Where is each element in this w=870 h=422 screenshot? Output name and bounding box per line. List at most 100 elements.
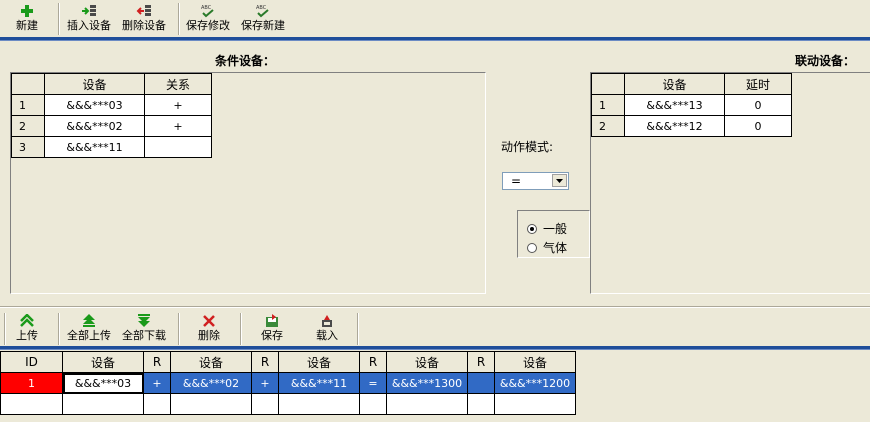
- corner-cell: [591, 73, 625, 95]
- empty-cell[interactable]: [62, 393, 144, 415]
- empty-cell[interactable]: [251, 393, 279, 415]
- insert-device-label: 插入设备: [67, 19, 111, 32]
- device-cell[interactable]: &&&***11: [44, 136, 145, 158]
- column-header-r[interactable]: R: [359, 351, 387, 373]
- relation-cell[interactable]: +: [144, 115, 212, 137]
- spellcheck-icon: ABC: [255, 4, 271, 18]
- column-header-id[interactable]: ID: [0, 351, 63, 373]
- corner-cell: [11, 73, 45, 95]
- empty-cell[interactable]: [494, 393, 576, 415]
- delete-label: 删除: [198, 329, 220, 342]
- column-header-device[interactable]: 设备: [494, 351, 576, 373]
- relation-cell[interactable]: [144, 136, 212, 158]
- table-row[interactable]: 1 &&&***13 0: [591, 94, 792, 116]
- relation-cell[interactable]: +: [144, 94, 212, 116]
- download-all-label: 全部下载: [122, 329, 166, 342]
- insert-row-icon: [81, 4, 97, 18]
- relation-cell[interactable]: =: [359, 372, 387, 394]
- empty-cell[interactable]: [386, 393, 468, 415]
- save-new-button[interactable]: ABC 保存新建: [241, 4, 285, 36]
- relation-cell[interactable]: +: [143, 372, 171, 394]
- action-mode-label: 动作模式:: [501, 140, 554, 154]
- column-header-device[interactable]: 设备: [386, 351, 468, 373]
- id-cell[interactable]: 1: [0, 372, 63, 394]
- empty-cell[interactable]: [278, 393, 360, 415]
- save-button[interactable]: 保存: [261, 314, 283, 346]
- device-cell[interactable]: &&&***03: [44, 94, 145, 116]
- column-header-r[interactable]: R: [251, 351, 279, 373]
- row-number[interactable]: 1: [11, 94, 45, 116]
- column-header-relation[interactable]: 关系: [144, 73, 212, 95]
- device-cell[interactable]: &&&***02: [44, 115, 145, 137]
- delete-device-label: 删除设备: [122, 19, 166, 32]
- delay-cell[interactable]: 0: [724, 94, 792, 116]
- new-label: 新建: [16, 19, 38, 32]
- load-button[interactable]: 载入: [316, 314, 338, 346]
- table-row[interactable]: 3 &&&***11: [11, 136, 212, 158]
- chevron-down-icon[interactable]: [552, 174, 567, 187]
- column-header-r[interactable]: R: [143, 351, 171, 373]
- row-number[interactable]: 1: [591, 94, 625, 116]
- empty-cell[interactable]: [467, 393, 495, 415]
- delay-cell[interactable]: 0: [724, 115, 792, 137]
- toolbar-separator: [357, 313, 359, 345]
- radio-general[interactable]: 一般: [527, 220, 567, 237]
- device-cell[interactable]: &&&***13: [624, 94, 725, 116]
- delete-button[interactable]: 删除: [198, 314, 220, 346]
- toolbar-separator: [58, 3, 60, 35]
- column-header-device[interactable]: 设备: [624, 73, 725, 95]
- device-cell[interactable]: &&&***12: [624, 115, 725, 137]
- save-edit-label: 保存修改: [186, 19, 230, 32]
- toolbar-separator: [178, 313, 180, 345]
- upload-all-icon: [81, 314, 97, 328]
- linked-devices-title: 联动设备：: [795, 54, 856, 68]
- table-row[interactable]: [0, 393, 576, 415]
- top-toolbar: 新建 插入设备 删除设备 ABC 保存修改 ABC 保存新建: [0, 0, 870, 37]
- toolbar-separator: [4, 313, 6, 345]
- table-row[interactable]: 2 &&&***02 +: [11, 115, 212, 137]
- save-icon: [264, 314, 280, 328]
- download-all-button[interactable]: 全部下载: [122, 314, 166, 346]
- device-cell[interactable]: &&&***11: [278, 372, 360, 394]
- radio-general-label: 一般: [543, 222, 568, 236]
- radio-gas[interactable]: 气体: [527, 239, 567, 256]
- action-mode-select[interactable]: =: [502, 172, 569, 190]
- relation-cell[interactable]: [467, 372, 495, 394]
- column-header-delay[interactable]: 延时: [724, 73, 792, 95]
- row-number[interactable]: 2: [591, 115, 625, 137]
- upload-all-button[interactable]: 全部上传: [67, 314, 111, 346]
- radio-dot-icon[interactable]: [527, 242, 537, 253]
- upload-button[interactable]: 上传: [16, 314, 38, 346]
- row-number[interactable]: 2: [11, 115, 45, 137]
- new-button[interactable]: 新建: [16, 4, 38, 36]
- download-all-icon: [136, 314, 152, 328]
- plus-icon: [19, 4, 35, 18]
- device-cell[interactable]: &&&***1200: [494, 372, 576, 394]
- table-row[interactable]: 1 &&&***03 + &&&***02 + &&&***11 = &&&**…: [0, 372, 576, 394]
- column-header-device[interactable]: 设备: [44, 73, 145, 95]
- accent-bar: [0, 37, 870, 41]
- device-cell[interactable]: &&&***02: [170, 372, 252, 394]
- delete-device-button[interactable]: 删除设备: [122, 4, 166, 36]
- save-edit-button[interactable]: ABC 保存修改: [186, 4, 230, 36]
- column-header-device[interactable]: 设备: [278, 351, 360, 373]
- table-row[interactable]: 1 &&&***03 +: [11, 94, 212, 116]
- column-header-device[interactable]: 设备: [170, 351, 252, 373]
- relation-cell[interactable]: +: [251, 372, 279, 394]
- toolbar-separator: [178, 3, 180, 35]
- empty-cell[interactable]: [143, 393, 171, 415]
- save-new-label: 保存新建: [241, 19, 285, 32]
- section-divider: [0, 306, 870, 308]
- table-row[interactable]: 2 &&&***12 0: [591, 115, 792, 137]
- empty-cell[interactable]: [359, 393, 387, 415]
- device-cell-active[interactable]: &&&***03: [62, 372, 144, 394]
- accent-bar: [0, 346, 870, 350]
- column-header-r[interactable]: R: [467, 351, 495, 373]
- radio-dot-icon[interactable]: [527, 223, 537, 234]
- device-cell[interactable]: &&&***1300: [386, 372, 468, 394]
- row-number[interactable]: 3: [11, 136, 45, 158]
- column-header-device[interactable]: 设备: [62, 351, 144, 373]
- insert-device-button[interactable]: 插入设备: [67, 4, 111, 36]
- empty-cell[interactable]: [170, 393, 252, 415]
- empty-cell[interactable]: [0, 393, 63, 415]
